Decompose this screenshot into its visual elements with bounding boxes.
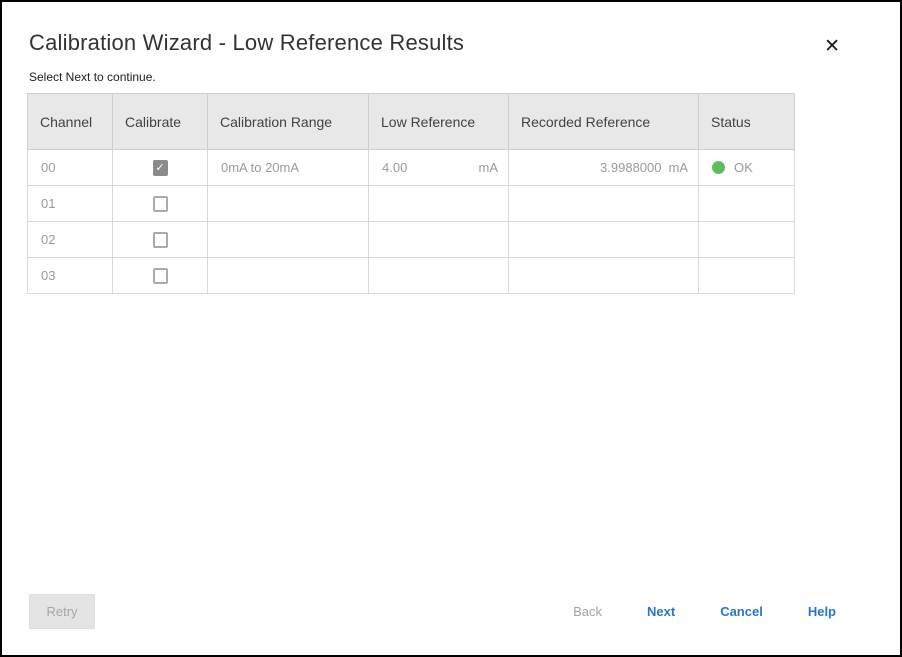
calibrate-checkbox[interactable] <box>153 196 168 212</box>
low-reference-cell: 4.00 mA <box>369 150 509 186</box>
recorded-reference-value: 3.9988000 <box>600 160 661 175</box>
close-icon[interactable]: ✕ <box>822 35 842 58</box>
calibrate-checkbox[interactable]: ✓ <box>153 160 168 176</box>
calibration-wizard-dialog: { "dialog": { "title": "Calibration Wiza… <box>0 0 902 657</box>
calibrate-cell: ✓ <box>113 150 208 186</box>
status-cell <box>699 222 795 258</box>
recorded-reference-cell <box>509 258 699 294</box>
channel-cell: 02 <box>28 222 113 258</box>
channel-cell: 03 <box>28 258 113 294</box>
recorded-reference-unit: mA <box>669 160 689 175</box>
calibrate-cell <box>113 222 208 258</box>
instruction-text: Select Next to continue. <box>29 70 900 84</box>
help-button[interactable]: Help <box>808 604 836 619</box>
title-bar: Calibration Wizard - Low Reference Resul… <box>2 2 900 58</box>
status-cell <box>699 186 795 222</box>
low-reference-cell <box>369 258 509 294</box>
status-cell <box>699 258 795 294</box>
calibrate-cell <box>113 186 208 222</box>
channel-cell: 00 <box>28 150 113 186</box>
column-header-calibration-range: Calibration Range <box>208 94 369 150</box>
cancel-button[interactable]: Cancel <box>720 604 763 619</box>
retry-button[interactable]: Retry <box>29 594 95 629</box>
table-row: 00 ✓ 0mA to 20mA 4.00 mA 3.9988000 mA OK <box>28 150 795 186</box>
table-row: 03 <box>28 258 795 294</box>
column-header-recorded-reference: Recorded Reference <box>509 94 699 150</box>
low-reference-cell <box>369 186 509 222</box>
table-header: Channel Calibrate Calibration Range Low … <box>28 94 795 150</box>
calibration-range-cell: 0mA to 20mA <box>208 150 369 186</box>
low-reference-unit: mA <box>479 160 499 175</box>
status-label: OK <box>734 160 753 175</box>
calibrate-cell <box>113 258 208 294</box>
back-button[interactable]: Back <box>573 604 602 619</box>
calibration-results-table: Channel Calibrate Calibration Range Low … <box>27 93 795 294</box>
recorded-reference-cell: 3.9988000 mA <box>509 150 699 186</box>
table-row: 02 <box>28 222 795 258</box>
calibrate-checkbox[interactable] <box>153 268 168 284</box>
calibrate-checkbox[interactable] <box>153 232 168 248</box>
footer-button-bar: Retry Back Next Cancel Help <box>29 594 836 629</box>
next-button[interactable]: Next <box>647 604 675 619</box>
table-row: 01 <box>28 186 795 222</box>
low-reference-cell <box>369 222 509 258</box>
calibration-range-cell <box>208 186 369 222</box>
column-header-channel: Channel <box>28 94 113 150</box>
wizard-nav-links: Back Next Cancel Help <box>573 604 836 619</box>
page-title: Calibration Wizard - Low Reference Resul… <box>29 30 464 56</box>
column-header-calibrate: Calibrate <box>113 94 208 150</box>
table-body: 00 ✓ 0mA to 20mA 4.00 mA 3.9988000 mA OK 010203 <box>28 150 795 294</box>
column-header-low-reference: Low Reference <box>369 94 509 150</box>
calibration-range-cell <box>208 258 369 294</box>
calibration-range-cell <box>208 222 369 258</box>
low-reference-value: 4.00 <box>382 160 407 175</box>
channel-cell: 01 <box>28 186 113 222</box>
column-header-status: Status <box>699 94 795 150</box>
status-cell: OK <box>699 150 795 186</box>
recorded-reference-cell <box>509 186 699 222</box>
recorded-reference-cell <box>509 222 699 258</box>
status-ok-dot <box>712 161 725 174</box>
